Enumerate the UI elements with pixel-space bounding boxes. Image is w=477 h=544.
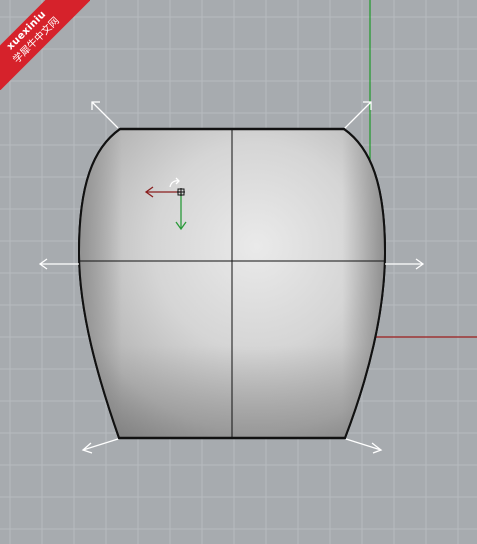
gumball-center-point[interactable] <box>177 188 185 196</box>
handle-bottom-right-arrow[interactable] <box>345 438 383 454</box>
handle-left-arrow[interactable] <box>38 258 79 270</box>
rhino-viewport[interactable]: xuexiniu 学犀牛中文网 <box>0 0 477 544</box>
handle-top-left-arrow[interactable] <box>91 101 119 129</box>
viewport-canvas[interactable] <box>0 0 477 544</box>
handle-right-arrow[interactable] <box>385 258 425 270</box>
vase-object[interactable] <box>77 127 387 440</box>
handle-top-right-arrow[interactable] <box>344 101 372 129</box>
handle-bottom-left-arrow[interactable] <box>81 438 119 454</box>
